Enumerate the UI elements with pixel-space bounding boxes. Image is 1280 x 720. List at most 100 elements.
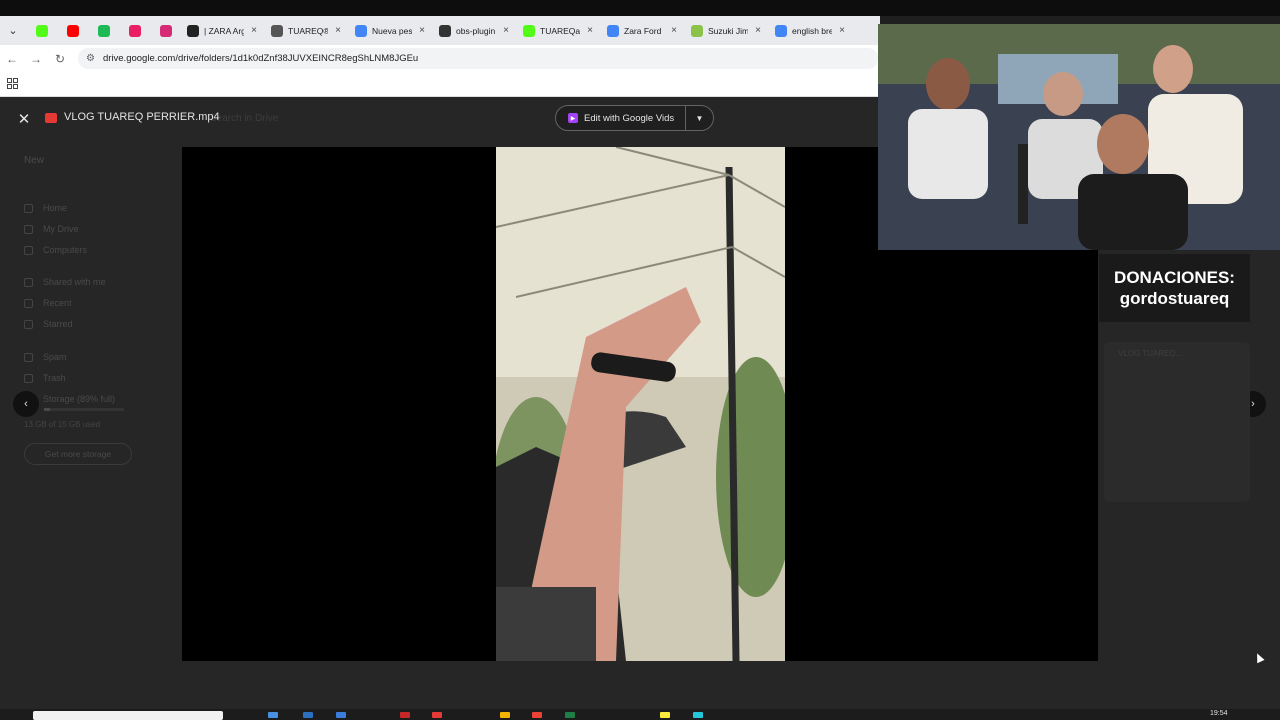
browser-tab[interactable]: | ZARA Arg × <box>181 16 265 45</box>
browser-toolbar: ← → ↻ ⚙ drive.google.com/drive/folders/1… <box>0 45 880 72</box>
browser-tab[interactable]: obs-plugin × <box>433 16 517 45</box>
edit-with-vids-button[interactable]: ▶ Edit with Google Vids ▼ <box>555 105 714 131</box>
sidebar-item[interactable]: Shared with me <box>24 277 106 287</box>
sidebar-item[interactable]: Spam <box>24 352 67 362</box>
browser-tab[interactable] <box>88 16 119 45</box>
video-frame[interactable] <box>496 147 785 661</box>
close-tab-icon[interactable]: × <box>333 25 343 36</box>
sidebar-item-label: Storage (89% full) <box>43 394 116 404</box>
sidebar-item-icon <box>24 298 33 308</box>
address-bar[interactable]: ⚙ drive.google.com/drive/folders/1d1k0dZ… <box>78 48 878 69</box>
browser-tab-title: Suzuki Jim <box>708 25 748 36</box>
sidebar-item[interactable]: Starred <box>24 319 73 329</box>
url-text[interactable]: drive.google.com/drive/folders/1d1k0dZnf… <box>103 53 418 64</box>
back-icon[interactable]: ← <box>0 45 24 72</box>
taskbar-app-icon[interactable] <box>432 712 442 718</box>
close-tab-icon[interactable]: × <box>501 25 511 36</box>
taskbar-search-input[interactable] <box>33 711 223 720</box>
edit-with-vids-main[interactable]: ▶ Edit with Google Vids <box>556 106 686 130</box>
sidebar-item-label: Recent <box>43 298 72 308</box>
drive-search-input[interactable]: Search in Drive <box>210 113 278 124</box>
get-storage-button[interactable]: Get more storage <box>24 443 132 465</box>
taskbar-app-icon[interactable] <box>400 712 410 718</box>
spotify-icon <box>97 24 110 37</box>
github-icon <box>439 24 451 37</box>
browser-tab[interactable] <box>26 16 57 45</box>
sidebar-item[interactable]: My Drive <box>24 224 79 234</box>
google-icon <box>607 24 619 37</box>
donation-handle: gordostuareq <box>1119 289 1230 308</box>
browser-tab[interactable]: english bre × <box>769 16 853 45</box>
sidebar-item-icon <box>24 319 33 329</box>
browser-tab-title: | ZARA Arg <box>204 25 244 36</box>
taskbar-app-icon[interactable] <box>268 712 278 718</box>
zara-icon <box>187 24 199 37</box>
reload-icon[interactable]: ↻ <box>48 45 72 72</box>
taskbar-app-icon[interactable] <box>500 712 510 718</box>
browser-tab[interactable]: Zara Ford × <box>601 16 685 45</box>
donation-banner: DONACIONES: gordostuareq <box>1099 254 1250 322</box>
taskbar-app-icon[interactable] <box>565 712 575 718</box>
sidebar-item-icon <box>24 352 33 362</box>
sidebar-item-label: Trash <box>43 373 66 383</box>
sidebar-item-icon <box>24 224 33 234</box>
sidebar-item-label: Shared with me <box>43 277 106 287</box>
browser-tab-title: Zara Ford <box>624 25 662 36</box>
site-info-icon[interactable]: ⚙ <box>86 53 95 64</box>
sidebar-item-icon <box>24 203 33 213</box>
sidebar-item[interactable]: Computers <box>24 245 87 255</box>
browser-tab[interactable]: Suzuki Jim × <box>685 16 769 45</box>
taskbar-clock: 19:54 <box>1210 710 1228 717</box>
donation-title: DONACIONES: <box>1114 268 1235 287</box>
close-icon[interactable]: ✕ <box>14 109 34 129</box>
sidebar-item[interactable]: Home <box>24 203 67 213</box>
browser-tab-title: obs-plugin <box>456 25 496 36</box>
os-taskbar: 19:54 <box>0 709 1280 720</box>
close-tab-icon[interactable]: × <box>753 25 763 36</box>
youtube-icon <box>66 24 79 37</box>
sidebar-item-icon <box>24 277 33 287</box>
bookmarks-bar <box>0 72 880 97</box>
taskbar-chrome-icon[interactable] <box>532 712 542 718</box>
taskbar-app-icon[interactable] <box>303 712 313 718</box>
webcam-scene <box>878 24 1280 250</box>
p-app-icon <box>128 24 141 37</box>
next-file-title: VLOG TUAREQ... <box>1118 349 1183 358</box>
close-tab-icon[interactable]: × <box>417 25 427 36</box>
sidebar-item-label: Home <box>43 203 68 213</box>
sidebar-item[interactable]: Recent <box>24 298 72 308</box>
taskbar-app-icon[interactable] <box>693 712 703 718</box>
video-scene <box>496 147 785 661</box>
browser-tab[interactable]: Nueva pes × <box>349 16 433 45</box>
tab-search-icon[interactable]: ⌄ <box>0 16 26 45</box>
taskbar-app-icon[interactable] <box>660 712 670 718</box>
edit-with-vids-label: Edit with Google Vids <box>584 112 675 124</box>
google-vids-icon: ▶ <box>568 113 578 123</box>
taskbar-app-icon[interactable] <box>336 712 346 718</box>
suzuki-icon <box>691 24 703 37</box>
browser-tab[interactable] <box>119 16 150 45</box>
browser-tab[interactable]: TUAREQar × <box>517 16 601 45</box>
google-icon <box>775 24 787 37</box>
window-top-strip <box>0 0 1280 16</box>
browser-tab[interactable]: TUAREQ® × <box>265 16 349 45</box>
tuareq-icon <box>271 24 283 37</box>
chrome-icon <box>355 24 367 37</box>
previous-file-icon[interactable]: ‹ <box>13 391 39 417</box>
browser-tab-title: Nueva pes <box>372 25 412 36</box>
close-tab-icon[interactable]: × <box>585 25 595 36</box>
apps-grid-icon[interactable] <box>7 78 18 89</box>
close-tab-icon[interactable]: × <box>837 25 847 36</box>
new-button[interactable]: New <box>24 155 44 166</box>
sidebar-item[interactable]: Trash <box>24 373 66 383</box>
browser-tab[interactable] <box>150 16 181 45</box>
chevron-down-icon[interactable]: ▼ <box>686 114 713 123</box>
sidebar-item-icon <box>24 245 33 255</box>
sidebar-item-icon <box>24 373 33 383</box>
close-tab-icon[interactable]: × <box>249 25 259 36</box>
forward-icon[interactable]: → <box>24 45 48 72</box>
next-file-preview: VLOG TUAREQ... <box>1104 342 1250 502</box>
close-tab-icon[interactable]: × <box>669 25 679 36</box>
sidebar-item-label: My Drive <box>43 224 79 234</box>
browser-tab[interactable] <box>57 16 88 45</box>
